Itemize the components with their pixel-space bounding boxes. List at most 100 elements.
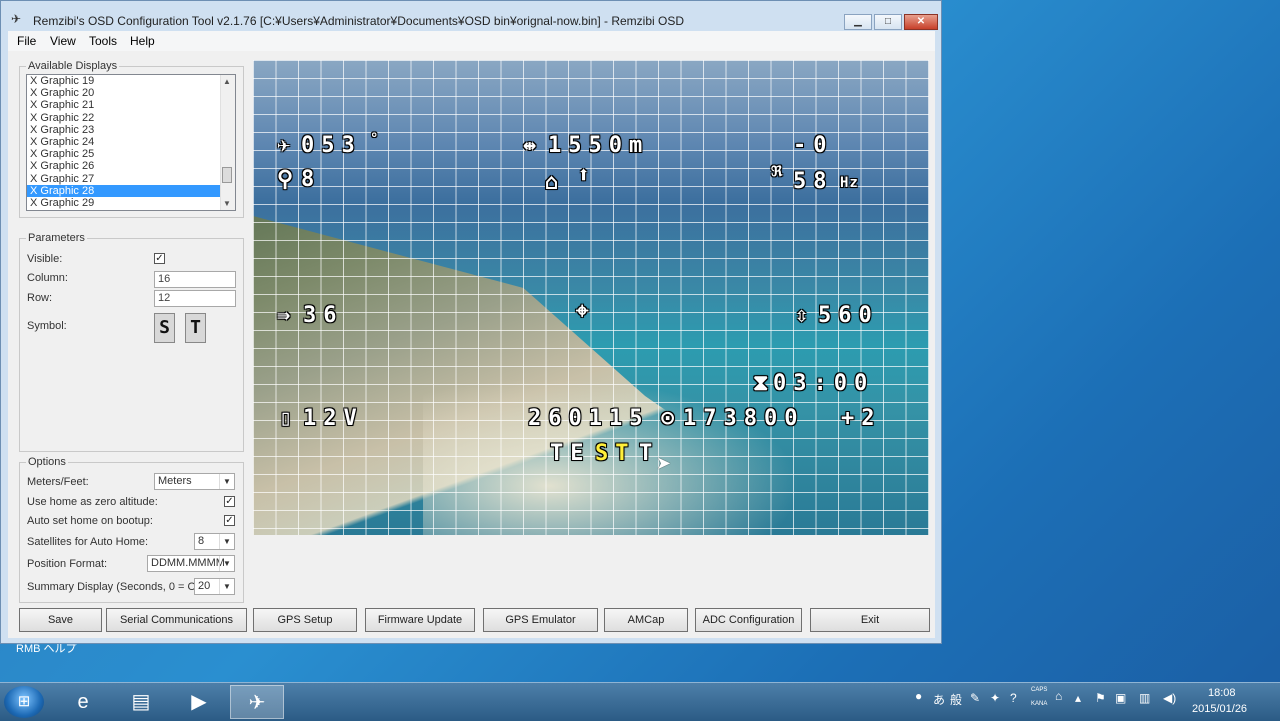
- ime-toolbar-icon[interactable]: ✎: [970, 691, 980, 705]
- chevron-down-icon[interactable]: ▼: [219, 534, 234, 549]
- ime-icon[interactable]: ●: [915, 689, 922, 703]
- symbol-label: Symbol:: [27, 320, 67, 332]
- amcap-button[interactable]: AMCap: [604, 608, 688, 632]
- menu-tools[interactable]: Tools: [89, 34, 117, 48]
- osd-grid: [253, 60, 929, 535]
- auto-home-label: Auto set home on bootup:: [27, 515, 153, 527]
- device-icon[interactable]: ▣: [1115, 691, 1126, 705]
- satellite-icon: ⚲: [277, 167, 301, 192]
- taskbar-media-player[interactable]: ▶: [172, 685, 226, 719]
- position-format-select[interactable]: DDMM.MMMM ▼: [147, 555, 235, 572]
- satellites-select[interactable]: 8 ▼: [194, 533, 235, 550]
- list-item[interactable]: X Graphic 28: [27, 184, 235, 197]
- maximize-button[interactable]: □: [874, 14, 902, 30]
- network-icon[interactable]: ▥: [1139, 691, 1150, 705]
- osd-rssi: -0: [793, 133, 834, 158]
- list-item[interactable]: X Graphic 23: [27, 124, 235, 136]
- save-button[interactable]: Save: [19, 608, 102, 632]
- satellites-label: Satellites for Auto Home:: [27, 536, 149, 548]
- chevron-down-icon[interactable]: ▼: [219, 474, 234, 489]
- list-item[interactable]: X Graphic 25: [27, 148, 235, 160]
- serial-communications-button[interactable]: Serial Communications: [106, 608, 247, 632]
- visible-checkbox[interactable]: ✓: [154, 253, 165, 264]
- osd-voltage: 12V: [303, 406, 364, 431]
- gps-setup-button[interactable]: GPS Setup: [253, 608, 357, 632]
- menu-file[interactable]: File: [17, 34, 36, 48]
- minimize-button[interactable]: ▁: [844, 14, 872, 30]
- ime-dictionary-icon[interactable]: ✦: [990, 691, 1000, 705]
- title-bar[interactable]: ✈ Remzibi's OSD Configuration Tool v2.1.…: [1, 1, 941, 31]
- list-item[interactable]: X Graphic 20: [27, 87, 235, 99]
- taskbar-explorer[interactable]: ▤: [114, 685, 168, 719]
- symbol-button-2[interactable]: T: [185, 313, 206, 343]
- satellites-value: 8: [198, 535, 205, 547]
- list-item[interactable]: X Graphic 21: [27, 99, 235, 111]
- meters-feet-select[interactable]: Meters ▼: [154, 473, 235, 490]
- heading-icon: ✈: [277, 133, 298, 158]
- show-hidden-icons[interactable]: ▴: [1075, 691, 1081, 705]
- chevron-down-icon[interactable]: ▼: [219, 556, 234, 571]
- clock-date[interactable]: 2015/01/26: [1192, 703, 1247, 715]
- osd-altitude: 560: [818, 303, 879, 328]
- summary-label: Summary Display (Seconds, 0 = Off):: [27, 581, 209, 593]
- taskbar-osd-tool[interactable]: ✈: [230, 685, 284, 719]
- exit-button[interactable]: Exit: [810, 608, 930, 632]
- summary-select[interactable]: 20 ▼: [194, 578, 235, 595]
- available-displays-legend: Available Displays: [28, 60, 118, 72]
- osd-sats: 8: [301, 167, 322, 192]
- main-window: ✈ Remzibi's OSD Configuration Tool v2.1.…: [0, 0, 942, 644]
- list-scrollbar[interactable]: ▲ ▼: [220, 75, 235, 210]
- speed-icon: ⇛: [277, 303, 298, 328]
- menu-bar: File View Tools Help: [8, 31, 935, 51]
- menu-help[interactable]: Help: [130, 34, 155, 48]
- scroll-thumb[interactable]: [222, 167, 232, 183]
- list-item[interactable]: X Graphic 29: [27, 197, 235, 209]
- row-input[interactable]: 12: [154, 290, 236, 307]
- client-area: File View Tools Help Available Displays …: [8, 31, 935, 638]
- list-item[interactable]: X Graphic 27: [27, 173, 235, 185]
- rpm-icon: ℜ: [771, 164, 784, 180]
- osd-timezone: +2: [841, 406, 882, 431]
- home-arrow-icon: ⬆: [577, 163, 598, 188]
- ime-hiragana[interactable]: あ: [933, 691, 945, 708]
- clock-time[interactable]: 18:08: [1208, 687, 1236, 699]
- start-button[interactable]: ⊞: [4, 686, 44, 718]
- osd-distance: 1550m: [548, 133, 650, 158]
- battery-icon: ▯: [279, 406, 300, 431]
- volume-icon[interactable]: ◀): [1163, 691, 1176, 705]
- available-displays-list[interactable]: X Graphic 19 X Graphic 20 X Graphic 21 X Gr…: [26, 74, 236, 211]
- scroll-down-icon[interactable]: ▼: [223, 199, 231, 208]
- ime-options-icon[interactable]: ⌂: [1055, 689, 1062, 703]
- help-icon[interactable]: ?: [1010, 691, 1017, 705]
- auto-home-checkbox[interactable]: ✓: [224, 515, 235, 526]
- list-item[interactable]: X Graphic 19: [27, 75, 235, 87]
- internet-explorer-icon: e: [77, 691, 89, 713]
- osd-preview[interactable]: ✈ 053 ° ⇹ 1550m -0 ⚲ 8 ⌂ ⬆ ℜ 58 Hz ⇛ 36 …: [253, 60, 929, 535]
- column-input[interactable]: 16: [154, 271, 236, 288]
- chevron-down-icon[interactable]: ▼: [219, 579, 234, 594]
- meters-feet-label: Meters/Feet:: [27, 476, 89, 488]
- osd-test-selected: ST: [595, 441, 636, 466]
- home-zero-checkbox[interactable]: ✓: [224, 496, 235, 507]
- list-item[interactable]: X Graphic 22: [27, 112, 235, 124]
- visible-label: Visible:: [27, 253, 63, 265]
- adc-configuration-button[interactable]: ADC Configuration: [695, 608, 802, 632]
- firmware-update-button[interactable]: Firmware Update: [365, 608, 475, 632]
- meters-feet-value: Meters: [158, 475, 192, 487]
- taskbar-internet-explorer[interactable]: e: [56, 685, 110, 719]
- position-format-value: DDMM.MMMM: [151, 557, 225, 569]
- ime-mode[interactable]: 般: [950, 691, 962, 708]
- list-item[interactable]: X Graphic 24: [27, 136, 235, 148]
- symbol-button-1[interactable]: S: [154, 313, 175, 343]
- gps-emulator-button[interactable]: GPS Emulator: [483, 608, 598, 632]
- osd-date: 260115: [528, 406, 650, 431]
- scroll-up-icon[interactable]: ▲: [223, 77, 231, 86]
- list-item[interactable]: X Graphic 26: [27, 160, 235, 172]
- minimize-icon: ▁: [854, 16, 862, 27]
- osd-heading: 053: [301, 133, 362, 158]
- menu-view[interactable]: View: [50, 34, 76, 48]
- close-button[interactable]: ✕: [904, 14, 938, 30]
- folder-icon: ▤: [131, 691, 151, 713]
- flag-icon[interactable]: ⚑: [1095, 691, 1106, 705]
- osd-test-a: TE: [550, 441, 591, 466]
